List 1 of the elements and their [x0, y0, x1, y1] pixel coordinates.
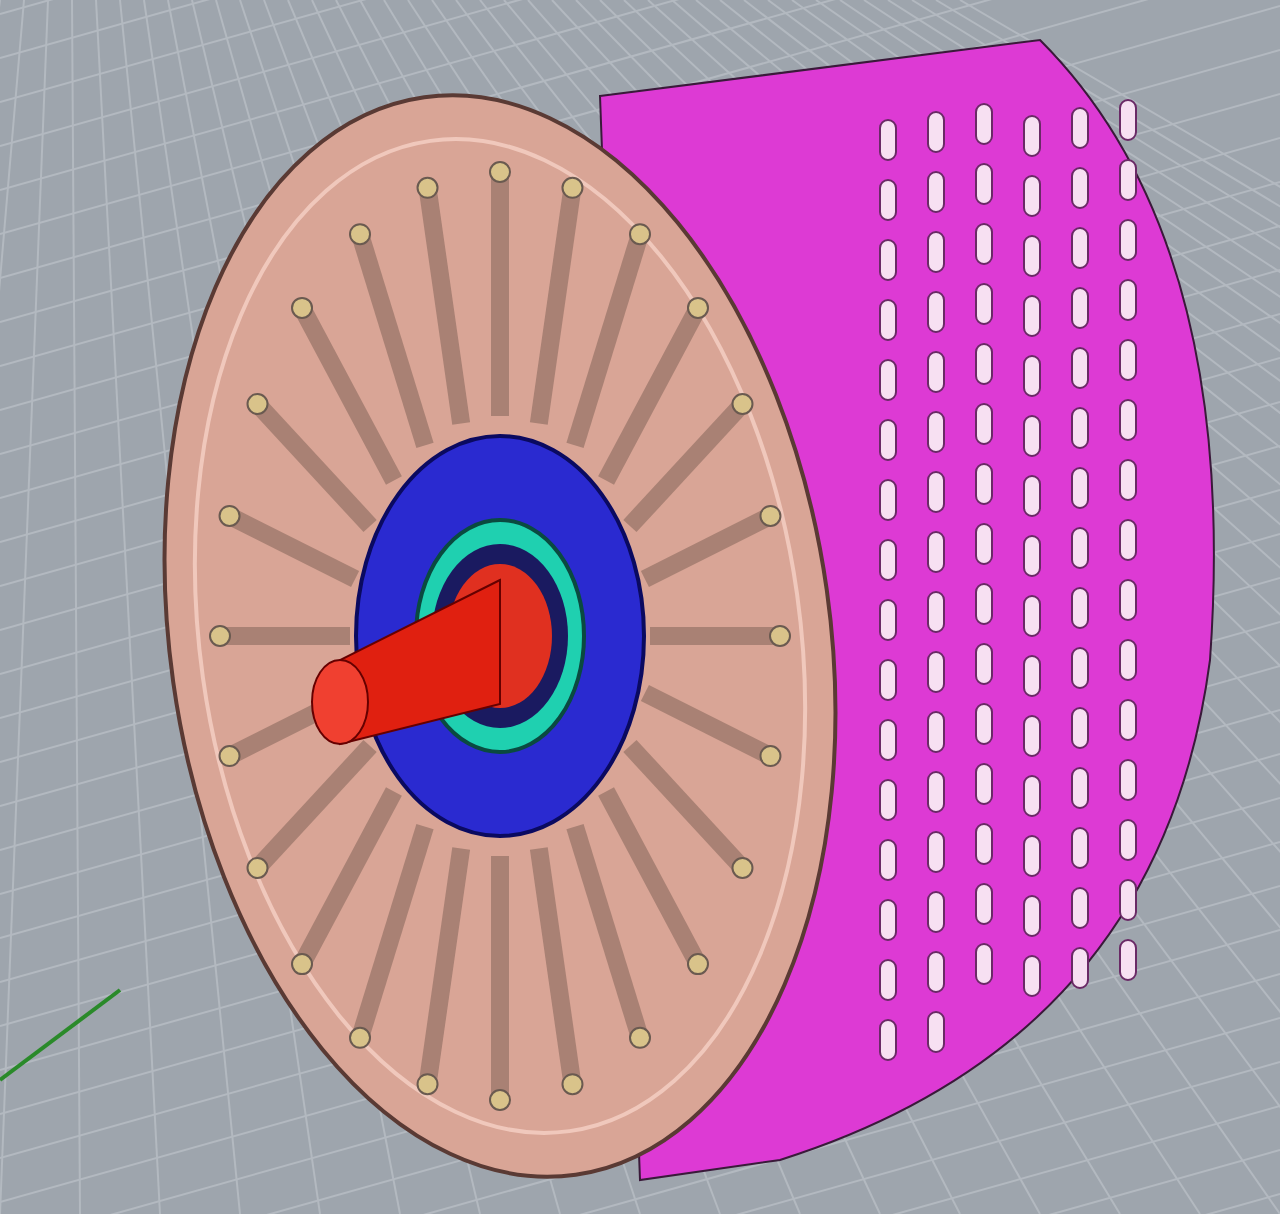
axis-line: [0, 988, 122, 1082]
